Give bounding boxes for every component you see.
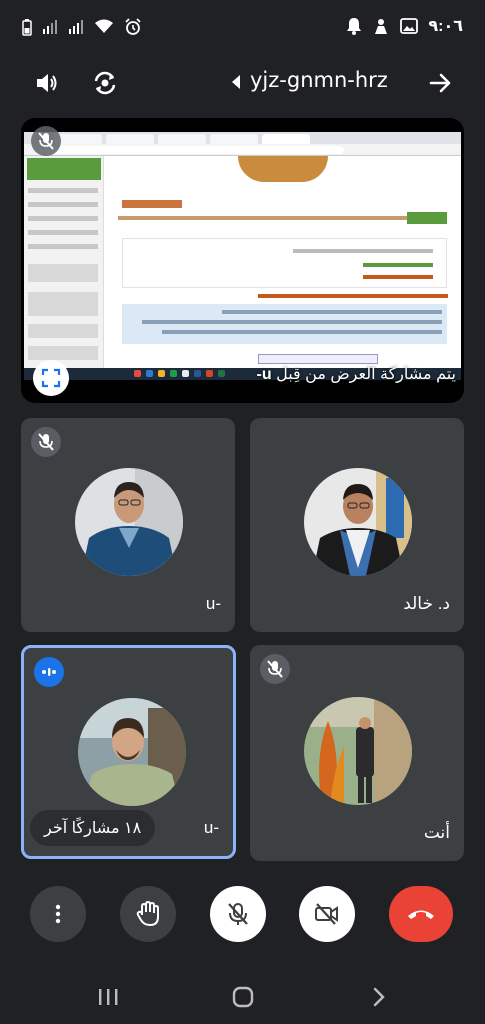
back-button[interactable] — [364, 982, 394, 1012]
status-left-icons — [22, 18, 142, 36]
self-tile[interactable]: أنت — [250, 645, 464, 861]
end-call-button[interactable] — [389, 886, 453, 942]
mic-off-icon — [267, 660, 283, 678]
participant-tile-active[interactable]: u- ١٨ مشاركًا آخر — [21, 645, 236, 859]
battery-icon — [22, 19, 32, 36]
end-call-icon — [408, 910, 434, 919]
avatar-man-standing — [304, 697, 412, 805]
share-caption: يتم مشاركة العرض من قِبل u- — [257, 364, 456, 384]
microphone-toggle-button[interactable] — [210, 886, 266, 942]
audio-level-icon — [42, 668, 56, 676]
caret-left-icon — [232, 75, 240, 89]
avatar-man-graduation-gown — [304, 468, 412, 576]
leave-arrow-button[interactable] — [424, 66, 458, 100]
mute-badge — [260, 654, 290, 684]
call-controls — [0, 886, 485, 946]
camera-off-icon — [315, 903, 338, 925]
raise-hand-icon — [136, 901, 159, 926]
speaker-button[interactable] — [30, 66, 64, 100]
browser-url-bar — [24, 144, 461, 156]
speaker-icon — [37, 74, 57, 92]
camera-toggle-button[interactable] — [299, 886, 355, 942]
fullscreen-icon — [41, 368, 61, 388]
android-nav-bar — [0, 970, 485, 1024]
mic-off-icon — [38, 433, 54, 451]
wifi-icon — [95, 19, 113, 33]
recent-apps-icon — [99, 989, 118, 1005]
moodle-main — [108, 156, 461, 380]
alarm-icon — [125, 18, 141, 35]
signal-icon-2 — [69, 20, 83, 34]
image-icon — [400, 18, 419, 34]
raise-hand-button[interactable] — [120, 886, 176, 942]
speaking-badge — [34, 657, 64, 687]
avatar — [75, 468, 183, 576]
self-name: أنت — [423, 823, 450, 842]
switch-camera-icon — [94, 71, 116, 95]
avatar — [304, 468, 412, 576]
status-right: ٩:٠٦ — [346, 16, 463, 36]
mute-badge — [31, 427, 61, 457]
browser-titlebar — [24, 132, 461, 144]
notification-icon — [347, 18, 362, 35]
recent-apps-button[interactable] — [93, 982, 123, 1012]
arrow-right-icon — [429, 73, 451, 93]
avatar-young-man — [78, 698, 186, 806]
presentation-tile[interactable]: يتم مشاركة العرض من قِبل u- — [21, 118, 464, 403]
home-icon — [232, 986, 254, 1008]
mic-off-icon — [228, 903, 248, 925]
avatar — [304, 697, 412, 805]
status-bar: ٩:٠٦ — [0, 0, 485, 58]
avatar — [78, 698, 186, 806]
home-button[interactable] — [228, 982, 258, 1012]
participant-name: د. خالد — [403, 594, 450, 613]
mic-off-icon — [38, 132, 54, 150]
more-options-icon — [55, 904, 61, 924]
participant-tile[interactable]: u- — [21, 418, 235, 632]
app-icon — [375, 19, 388, 34]
share-caption-name: u- — [256, 366, 272, 383]
meeting-top-bar: yjz-gnmn-hrz — [0, 58, 485, 108]
more-options-button[interactable] — [30, 886, 86, 942]
signal-icon — [43, 20, 57, 34]
share-caption-prefix: يتم مشاركة العرض من قِبل — [276, 366, 456, 383]
meeting-code[interactable]: yjz-gnmn-hrz — [250, 68, 388, 92]
presenter-mute-badge — [31, 126, 61, 156]
participant-tile[interactable]: د. خالد — [250, 418, 464, 632]
avatar-man-blue-suit — [75, 468, 183, 576]
back-icon — [373, 987, 385, 1007]
fullscreen-button[interactable] — [33, 360, 69, 396]
status-time: ٩:٠٦ — [428, 18, 463, 35]
others-count-pill[interactable]: ١٨ مشاركًا آخر — [30, 810, 156, 846]
shared-screen — [24, 132, 461, 380]
participant-name: u- — [205, 594, 221, 613]
switch-camera-button[interactable] — [88, 66, 122, 100]
participant-name: u- — [203, 818, 219, 837]
moodle-sidebar — [24, 156, 104, 380]
